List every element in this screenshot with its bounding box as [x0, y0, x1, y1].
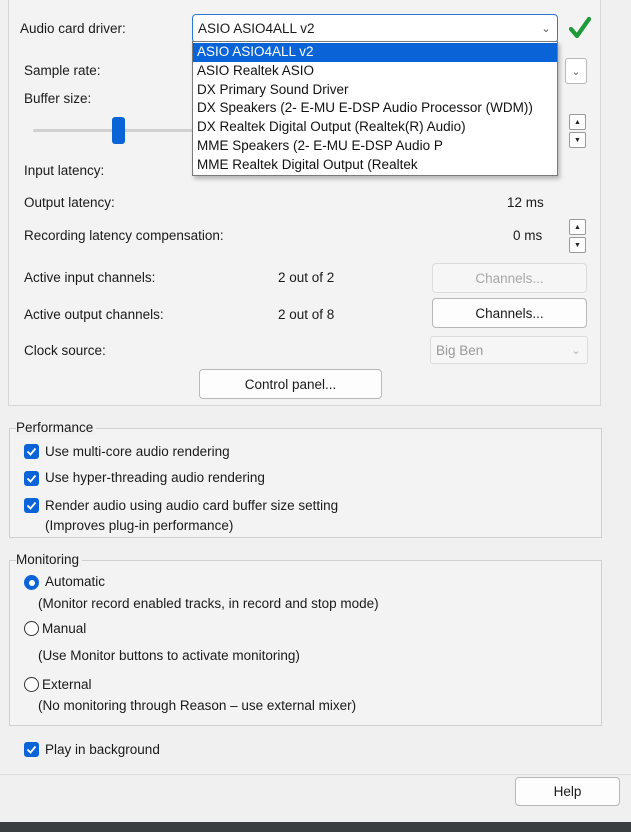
- external-note: (No monitoring through Reason – use exte…: [38, 698, 357, 713]
- hyperthreading-checkbox[interactable]: [24, 471, 39, 486]
- latency-comp-spinner[interactable]: ▲ ▼: [569, 219, 586, 253]
- manual-note: (Use Monitor buttons to activate monitor…: [38, 648, 300, 663]
- taskbar-strip: [0, 822, 631, 832]
- clock-source-value: Big Ben: [436, 342, 484, 358]
- chevron-down-icon: ⌄: [571, 65, 581, 78]
- input-latency-label: Input latency:: [24, 163, 105, 178]
- output-channels-button[interactable]: Channels...: [432, 298, 587, 328]
- check-icon: [26, 501, 37, 510]
- spin-down-icon[interactable]: ▼: [569, 132, 586, 148]
- recording-latency-comp-value: 0 ms: [513, 228, 543, 243]
- check-icon: [26, 745, 37, 754]
- driver-option[interactable]: DX Realtek Digital Output (Realtek(R) Au…: [193, 118, 557, 137]
- automatic-radio[interactable]: [24, 575, 39, 590]
- play-in-background-checkbox[interactable]: [24, 742, 39, 757]
- check-icon: [26, 447, 37, 456]
- active-input-label: Active input channels:: [24, 270, 156, 285]
- buffer-size-spinner[interactable]: ▲ ▼: [569, 114, 586, 148]
- hyperthreading-label: Use hyper-threading audio rendering: [45, 470, 265, 485]
- input-channels-button[interactable]: Channels...: [432, 263, 587, 293]
- play-in-background-label: Play in background: [45, 742, 160, 757]
- driver-option[interactable]: ASIO Realtek ASIO: [193, 62, 557, 81]
- driver-value: ASIO ASIO4ALL v2: [198, 21, 315, 36]
- buffer-size-label: Buffer size:: [24, 91, 92, 106]
- help-button[interactable]: Help: [515, 777, 620, 806]
- output-latency-value: 12 ms: [507, 195, 544, 210]
- automatic-note: (Monitor record enabled tracks, in recor…: [38, 596, 379, 611]
- buffer-size-slider-thumb[interactable]: [112, 117, 125, 144]
- active-output-value: 2 out of 8: [278, 307, 335, 322]
- manual-radio[interactable]: [24, 621, 39, 636]
- driver-option[interactable]: ASIO ASIO4ALL v2: [193, 43, 557, 62]
- chevron-down-icon: ⌄: [571, 344, 581, 357]
- driver-option[interactable]: DX Primary Sound Driver: [193, 81, 557, 100]
- recording-latency-comp-label: Recording latency compensation:: [24, 228, 224, 243]
- clock-source-select[interactable]: Big Ben ⌄: [430, 336, 588, 364]
- multicore-label: Use multi-core audio rendering: [45, 444, 230, 459]
- active-output-label: Active output channels:: [24, 307, 164, 322]
- spin-up-icon[interactable]: ▲: [569, 114, 586, 130]
- driver-select[interactable]: ASIO ASIO4ALL v2 ⌄: [192, 14, 558, 43]
- driver-label: Audio card driver:: [20, 21, 126, 36]
- buffer-size-render-label: Render audio using audio card buffer siz…: [45, 498, 339, 513]
- external-label: External: [42, 677, 92, 692]
- driver-option[interactable]: DX Speakers (2- E-MU E-DSP Audio Process…: [193, 99, 557, 118]
- external-radio[interactable]: [24, 677, 39, 692]
- performance-title: Performance: [16, 420, 97, 435]
- control-panel-button[interactable]: Control panel...: [199, 369, 382, 399]
- spin-up-icon[interactable]: ▲: [569, 219, 586, 235]
- monitoring-title: Monitoring: [16, 552, 83, 567]
- automatic-label: Automatic: [45, 574, 106, 589]
- output-latency-label: Output latency:: [24, 195, 115, 210]
- driver-dropdown-list: ASIO ASIO4ALL v2 ASIO Realtek ASIO DX Pr…: [192, 41, 558, 176]
- chevron-down-icon: ⌄: [541, 23, 551, 35]
- clock-source-label: Clock source:: [24, 343, 106, 358]
- active-input-value: 2 out of 2: [278, 270, 335, 285]
- buffer-size-render-checkbox[interactable]: [24, 498, 39, 513]
- buffer-size-render-note: (Improves plug-in performance): [45, 518, 234, 533]
- divider: [0, 774, 631, 775]
- spin-down-icon[interactable]: ▼: [569, 237, 586, 253]
- manual-label: Manual: [42, 621, 87, 636]
- checkmark-icon: [568, 16, 592, 39]
- multicore-checkbox[interactable]: [24, 444, 39, 459]
- sample-rate-label: Sample rate:: [24, 63, 101, 78]
- sample-rate-select[interactable]: ⌄: [565, 58, 587, 84]
- driver-option[interactable]: MME Speakers (2- E-MU E-DSP Audio P: [193, 137, 557, 156]
- check-icon: [26, 474, 37, 483]
- driver-option[interactable]: MME Realtek Digital Output (Realtek: [193, 156, 557, 175]
